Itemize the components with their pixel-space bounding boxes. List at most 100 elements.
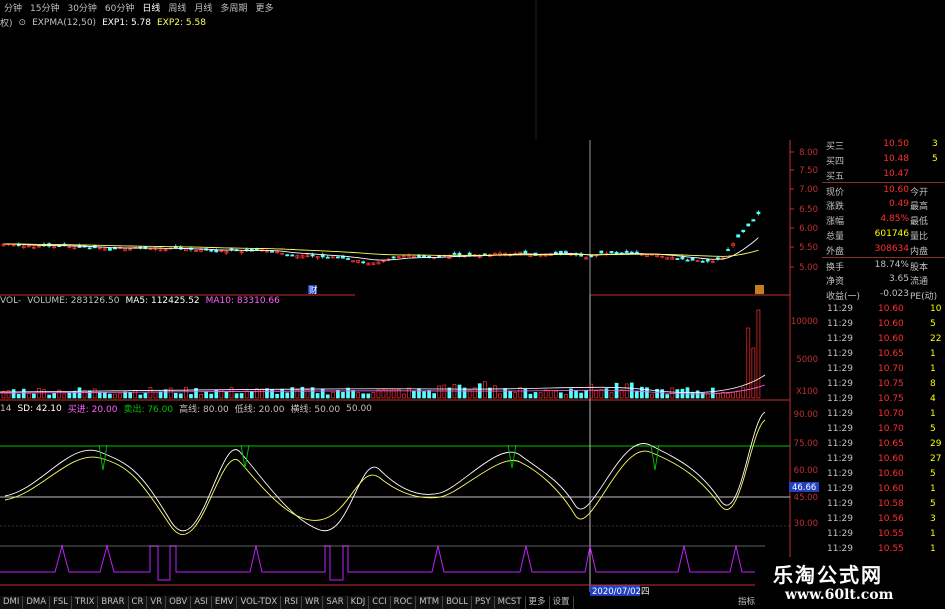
tick-volume: 4	[930, 394, 936, 404]
candle-body	[685, 259, 690, 262]
exp2-line	[3, 243, 759, 257]
tick-time: 11:29	[827, 394, 853, 404]
tick-row: 11:29 10.58 5	[822, 497, 945, 512]
candle-body	[406, 254, 411, 257]
volume-bar	[265, 388, 269, 399]
indicator-tab-mcst[interactable]: MCST	[495, 596, 526, 609]
event-marker-badge	[755, 285, 764, 294]
candle-body	[553, 251, 558, 254]
quote-label: 涨幅	[826, 217, 845, 227]
tick-price: 10.70	[878, 424, 904, 434]
indicator-tab-rsi[interactable]: RSI	[281, 596, 303, 609]
quote-label-2: 最高	[910, 202, 929, 212]
indicator-tab-dmi[interactable]: DMI	[0, 596, 24, 609]
chart-canvas[interactable]: 8.00 7.50 7.00 6.50 6.00 5.50 5.00 10000 5000 X10…	[0, 0, 822, 596]
volume-bar	[224, 391, 229, 399]
indicator-tab-sar[interactable]: SAR	[323, 596, 348, 609]
tick-volume: 22	[930, 334, 942, 344]
tick-price: 10.60	[878, 304, 904, 314]
indicator-tab-brar[interactable]: BRAR	[98, 596, 129, 609]
volume-bar	[695, 390, 700, 399]
volume-bar	[11, 389, 16, 399]
quote-value: 10.60	[883, 185, 909, 195]
volume-bar	[726, 393, 730, 399]
indicator-tab-obv[interactable]: OBV	[166, 596, 192, 609]
volume-bar	[553, 390, 558, 399]
indicator-tab-boll[interactable]: BOLL	[443, 596, 472, 609]
quote-label-2: 最低	[910, 217, 929, 227]
indicator-tab-dma[interactable]: DMA	[23, 596, 51, 609]
indicator-tab-kdj[interactable]: KDJ	[348, 596, 370, 609]
tick-volume: 1	[930, 544, 936, 554]
tick-price: 10.56	[878, 514, 904, 524]
price-axis-label: 7.50	[799, 166, 818, 176]
volume-bar	[629, 382, 634, 399]
volume-bar	[239, 393, 244, 399]
tick-volume: 5	[930, 469, 936, 479]
volume-bar	[123, 391, 127, 399]
volume-bar	[351, 390, 355, 399]
quote-value: 18.74%	[874, 260, 909, 270]
tick-volume: 3	[930, 514, 936, 524]
indicator-tab-vr[interactable]: VR	[147, 596, 167, 609]
price-axis-label: 7.00	[799, 185, 818, 195]
indicator-tab-fsl[interactable]: FSL	[50, 596, 72, 609]
volume-bar	[270, 389, 274, 399]
tick-time: 11:29	[827, 514, 853, 524]
kd-k-line	[4, 411, 766, 532]
indicator-tab-cci[interactable]: CCI	[369, 596, 391, 609]
volume-bar	[199, 394, 203, 399]
price-axis-label: 6.00	[799, 224, 818, 234]
volume-bar	[488, 387, 492, 399]
date-marker-label: 2020/07/02四	[592, 587, 650, 596]
tick-row: 11:29 10.60 10	[822, 302, 945, 317]
indicator-tab-cr[interactable]: CR	[129, 596, 148, 609]
tick-row: 11:29 10.60 5	[822, 467, 945, 482]
volume-bar	[189, 393, 193, 399]
candle-body	[614, 251, 619, 254]
tick-row: 11:29 10.55 1	[822, 542, 945, 557]
tick-time: 11:29	[827, 439, 853, 449]
quote-label: 总量	[826, 232, 845, 242]
indicator-tab-roc[interactable]: ROC	[391, 596, 417, 609]
candle-body	[285, 254, 290, 257]
tick-time: 11:29	[827, 499, 853, 509]
tick-volume: 27	[930, 454, 942, 464]
volume-bar	[498, 393, 502, 399]
volume-bar	[746, 327, 751, 399]
indicator-tab-trix[interactable]: TRIX	[72, 596, 99, 609]
tick-time: 11:29	[827, 544, 853, 554]
tick-price: 10.70	[878, 409, 904, 419]
quote-label: 涨跌	[826, 202, 845, 212]
kd-axis-label: 90.00	[794, 410, 818, 420]
kd-d-line	[4, 419, 766, 535]
watermark-url: www.60lt.com	[785, 587, 894, 603]
indicator-tab-psy[interactable]: PSY	[472, 596, 495, 609]
candle-body	[108, 247, 112, 251]
volume-bar	[406, 387, 411, 399]
indicator-tab-设置[interactable]: 设置	[550, 596, 574, 609]
tick-price: 10.60	[878, 469, 904, 479]
tick-time: 11:29	[827, 484, 853, 494]
indicator-tab-wr[interactable]: WR	[302, 596, 324, 609]
candle-body	[726, 249, 730, 251]
quote-row: 换手 18.74% 股本	[822, 257, 945, 273]
candle-body	[629, 251, 634, 254]
indicator-tab-mtm[interactable]: MTM	[416, 596, 444, 609]
volume-axis-label: 10000	[791, 317, 818, 327]
indicator-tab-更多[interactable]: 更多	[526, 596, 550, 609]
volume-bar	[361, 393, 366, 399]
candle-body	[422, 255, 426, 258]
quote-row: 净资 3.65 流通	[822, 272, 945, 287]
volume-bar	[21, 388, 26, 399]
volume-bar	[108, 393, 112, 399]
volume-bar	[417, 388, 421, 399]
indicator-tab-vol-tdx[interactable]: VOL-TDX	[237, 596, 282, 609]
volume-bar	[16, 393, 21, 399]
candle-body	[690, 257, 695, 261]
volume-bar	[356, 392, 361, 399]
indicator-menu-button[interactable]: 指标	[738, 596, 755, 609]
volume-bar	[280, 388, 285, 399]
indicator-tab-asi[interactable]: ASI	[191, 596, 212, 609]
indicator-tab-emv[interactable]: EMV	[212, 596, 238, 609]
